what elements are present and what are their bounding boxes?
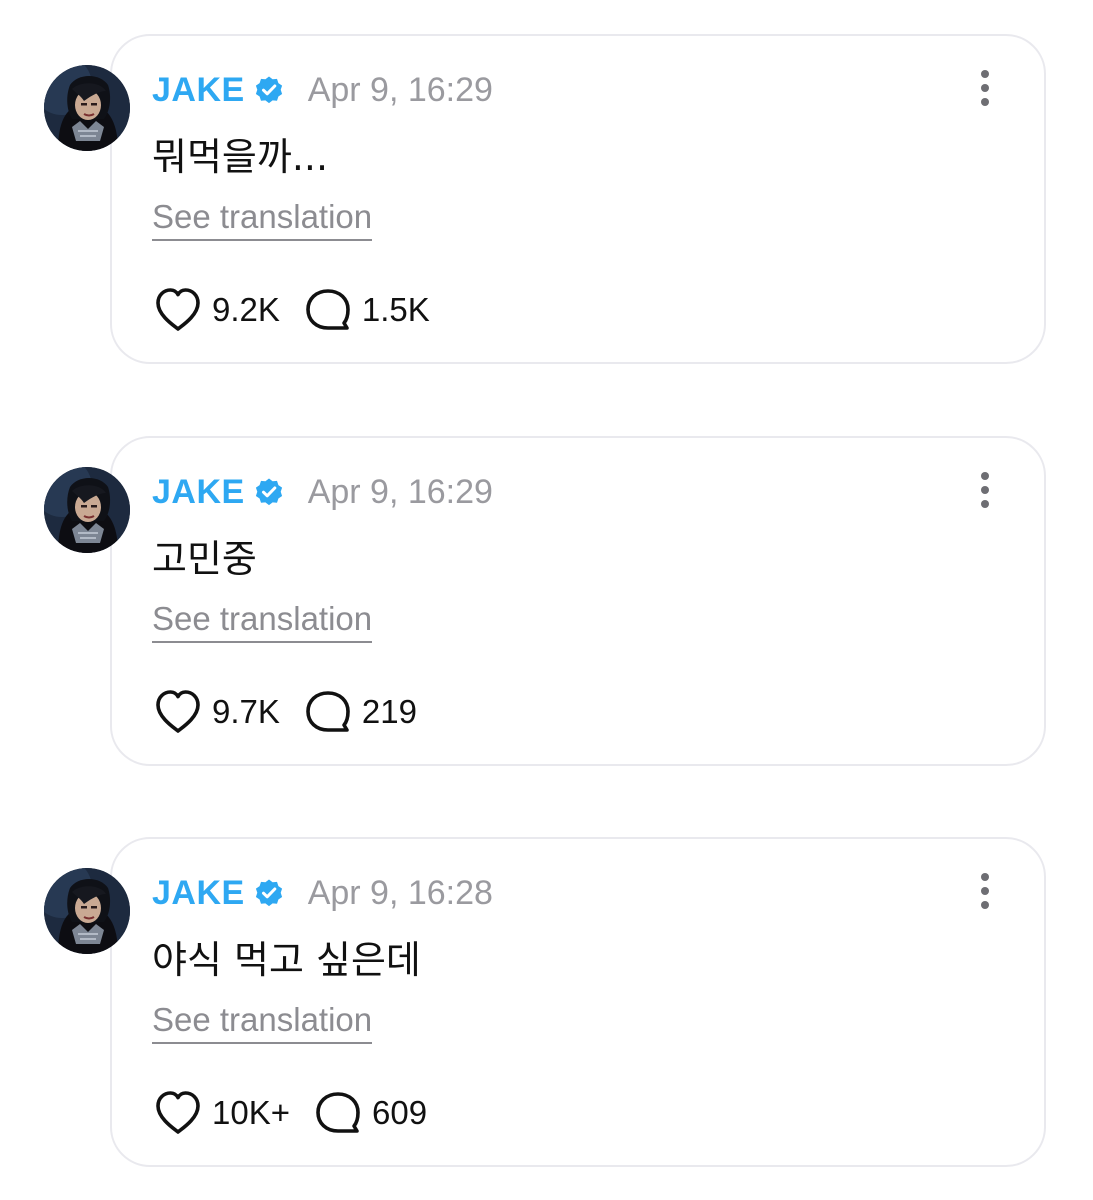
author-name[interactable]: JAKE (152, 874, 245, 913)
more-vertical-icon[interactable] (972, 470, 998, 510)
verified-badge-icon (255, 76, 282, 104)
like-count: 9.7K (212, 693, 280, 730)
speech-bubble-icon (306, 289, 350, 330)
speech-bubble-icon (316, 1092, 360, 1133)
verified-badge-icon (255, 478, 282, 506)
like-button[interactable]: 10K+ (152, 1088, 290, 1138)
avatar-image (44, 467, 130, 553)
post-text: 야식 먹고 싶은데 (152, 938, 421, 982)
post-text: 뭐먹을까... (152, 135, 329, 179)
post-header: JAKE Apr 9, 16:29 (152, 470, 493, 514)
author-name[interactable]: JAKE (152, 71, 245, 110)
post-actions: 9.7K 219 (152, 687, 439, 737)
heart-icon (156, 690, 200, 733)
avatar-image (44, 65, 130, 151)
comment-button[interactable]: 1.5K (302, 285, 430, 335)
avatar[interactable] (44, 467, 130, 553)
speech-bubble-icon (306, 691, 350, 732)
see-translation-link[interactable]: See translation (152, 600, 373, 643)
like-count: 9.2K (212, 291, 280, 328)
post-timestamp: Apr 9, 16:28 (307, 873, 493, 912)
comment-count: 1.5K (361, 291, 430, 328)
see-translation-link[interactable]: See translation (152, 1001, 373, 1044)
thread-post: JAKE Apr 9, 16:28 야식 먹고 싶은데 See translat… (0, 833, 1093, 1173)
heart-icon (156, 1091, 200, 1134)
like-count: 10K+ (212, 1094, 290, 1131)
more-vertical-icon[interactable] (972, 871, 998, 911)
comment-button[interactable]: 609 (312, 1088, 427, 1138)
comment-count: 219 (361, 693, 417, 730)
comment-button[interactable]: 219 (302, 687, 417, 737)
more-vertical-icon[interactable] (972, 68, 998, 108)
post-actions: 10K+ 609 (152, 1088, 449, 1138)
post-timestamp: Apr 9, 16:29 (307, 70, 493, 109)
like-button[interactable]: 9.7K (152, 687, 280, 737)
post-text: 고민중 (152, 537, 257, 581)
avatar-image (44, 868, 130, 954)
post-header: JAKE Apr 9, 16:28 (152, 871, 493, 915)
author-name[interactable]: JAKE (152, 473, 245, 512)
verified-badge-icon (255, 879, 282, 907)
post-header: JAKE Apr 9, 16:29 (152, 68, 493, 112)
see-translation-link[interactable]: See translation (152, 198, 373, 241)
thread-post: JAKE Apr 9, 16:29 고민중 See translation 9.… (0, 432, 1093, 772)
thread-post: JAKE Apr 9, 16:29 뭐먹을까... See translatio… (0, 30, 1093, 370)
avatar[interactable] (44, 868, 130, 954)
heart-icon (156, 288, 200, 331)
avatar[interactable] (44, 65, 130, 151)
post-actions: 9.2K 1.5K (152, 285, 452, 335)
post-timestamp: Apr 9, 16:29 (307, 472, 493, 511)
like-button[interactable]: 9.2K (152, 285, 280, 335)
comment-count: 609 (372, 1094, 428, 1131)
